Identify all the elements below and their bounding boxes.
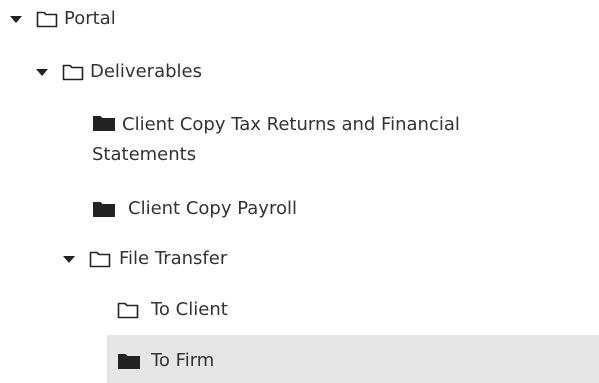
tree-node-label: To Client [151, 299, 228, 320]
tree-node-label: Deliverables [90, 61, 202, 82]
folder-outline-icon [89, 251, 111, 268]
tree-node-client-copy-tax[interactable]: Client Copy Tax Returns and Financial St… [92, 110, 522, 170]
tree-node-deliverables[interactable]: Deliverables [36, 59, 202, 85]
tree-node-label: Client Copy Payroll [128, 198, 297, 219]
tree-node-portal[interactable]: Portal [10, 6, 116, 32]
folder-solid-icon [93, 116, 115, 131]
folder-solid-icon [118, 354, 140, 369]
tree-node-label: File Transfer [119, 248, 228, 269]
tree-node-label: To Firm [151, 350, 215, 371]
folder-outline-icon [117, 302, 139, 319]
caret-down-icon[interactable] [36, 68, 48, 76]
tree-node-to-client[interactable]: To Client [117, 297, 228, 323]
tree-node-label: Portal [64, 8, 116, 29]
caret-down-icon[interactable] [10, 15, 22, 23]
tree-node-client-copy-payroll[interactable]: Client Copy Payroll [92, 196, 297, 222]
folder-solid-icon [93, 202, 115, 217]
tree-node-label: Client Copy Tax Returns and Financial St… [92, 114, 460, 165]
caret-down-icon[interactable] [63, 255, 75, 263]
tree-node-file-transfer[interactable]: File Transfer [63, 246, 227, 272]
folder-outline-icon [62, 64, 84, 81]
folder-outline-icon [36, 11, 58, 28]
tree-node-to-firm[interactable]: To Firm [117, 348, 214, 374]
